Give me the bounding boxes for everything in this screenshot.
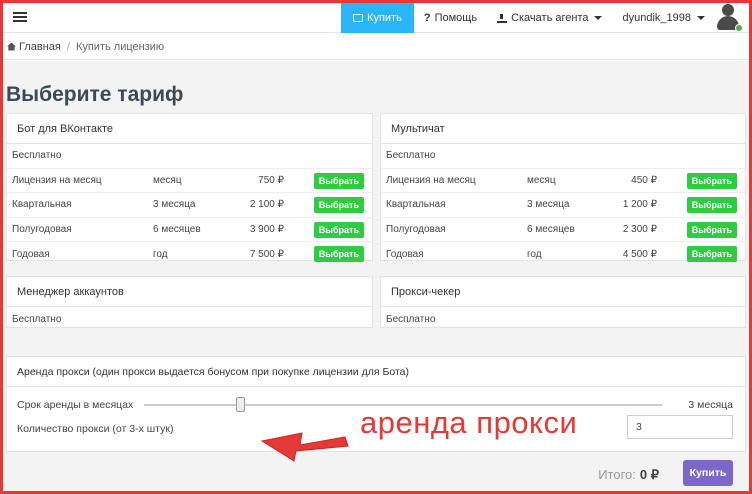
question-icon: ? [423, 12, 431, 24]
table-row: Квартальная 3 месяца 2 100 ₽ Выбрать [7, 193, 372, 218]
choose-button[interactable]: Выбрать [686, 221, 737, 238]
choose-button[interactable]: Выбрать [686, 172, 737, 189]
home-icon [7, 42, 16, 51]
table-row: Квартальная 3 месяца 1 200 ₽ Выбрать [381, 193, 745, 218]
choose-button[interactable]: Выбрать [313, 221, 364, 238]
proxy-quantity-label: Количество прокси (от 3-х штук) [17, 423, 174, 435]
table-row: Годовая год 7 500 ₽ Выбрать [7, 242, 372, 267]
choose-button[interactable]: Выбрать [313, 197, 364, 213]
plan-title: Мультичат [381, 114, 745, 144]
download-icon [497, 13, 508, 23]
table-row: Годовая год 4 500 ₽ Выбрать [381, 242, 745, 267]
table-row: Полугодовая 6 месяцев 3 900 ₽ Выбрать [7, 218, 372, 242]
proxy-rental-title: Аренда прокси (один прокси выдается бону… [7, 357, 745, 387]
breadcrumb-current: Купить лицензию [75, 40, 165, 53]
top-navbar: Купить ? Помощь Скачать агента dyundik_1… [3, 3, 749, 33]
nav-download-dropdown[interactable]: Скачать агента [487, 3, 612, 33]
breadcrumb: Главная / Купить лицензию [3, 34, 749, 60]
table-row: Полугодовая 6 месяцев 2 300 ₽ Выбрать [381, 218, 745, 242]
plan-title: Бот для ВКонтакте [7, 114, 372, 144]
online-status-icon [735, 24, 743, 32]
choose-button[interactable]: Выбрать [686, 197, 737, 213]
nav-buy-label: Купить [367, 12, 402, 24]
page-title: Выберите тариф [6, 83, 184, 106]
breadcrumb-separator: / [66, 40, 70, 53]
plan-panel-account-manager: Менеджер аккаунтов Бесплатно [6, 276, 373, 328]
plan-free-row: Бесплатно [381, 144, 745, 169]
plan-panel-vk-bot: Бот для ВКонтакте Бесплатно Лицензия на … [6, 113, 373, 262]
plan-free-row: Бесплатно [7, 144, 372, 169]
nav-user-dropdown[interactable]: dyundik_1998 [612, 3, 715, 33]
table-row: Лицензия на месяц месяц 450 ₽ Выбрать [381, 169, 745, 193]
plan-title: Менеджер аккаунтов [7, 277, 372, 307]
nav-download-label: Скачать агента [511, 12, 589, 24]
total-value: 0 ₽ [639, 467, 659, 482]
buy-button[interactable]: Купить [683, 460, 733, 486]
total-label: Итого: [598, 467, 636, 482]
caret-down-icon [697, 16, 705, 20]
plan-free-row: Бесплатно [386, 313, 436, 325]
rental-months-slider-handle[interactable] [236, 397, 245, 412]
proxy-quantity-input[interactable] [627, 415, 733, 439]
plan-free-row: Бесплатно [12, 313, 62, 325]
rental-months-value: 3 месяца [688, 399, 733, 411]
plan-title: Прокси-чекер [381, 277, 745, 307]
nav-help-label: Помощь [434, 12, 478, 24]
plan-panel-multichat: Мультичат Бесплатно Лицензия на месяц ме… [380, 113, 746, 262]
total: Итого: 0 ₽ [598, 467, 659, 483]
choose-button[interactable]: Выбрать [686, 246, 737, 262]
nav-help-link[interactable]: ? Помощь [414, 3, 487, 33]
cart-icon [353, 14, 364, 22]
choose-button[interactable]: Выбрать [313, 246, 364, 262]
nav-buy-button[interactable]: Купить [341, 3, 414, 33]
annotation-text: аренда прокси [360, 405, 578, 440]
choose-button[interactable]: Выбрать [313, 172, 364, 189]
nav-username: dyundik_1998 [622, 12, 691, 24]
avatar[interactable] [715, 4, 743, 32]
hamburger-menu-icon[interactable] [13, 10, 27, 24]
rental-months-label: Срок аренды в месяцах [17, 399, 134, 411]
caret-down-icon [594, 16, 603, 20]
table-row: Лицензия на месяц месяц 750 ₽ Выбрать [7, 169, 372, 193]
plan-panel-proxy-checker: Прокси-чекер Бесплатно [380, 276, 746, 328]
breadcrumb-home[interactable]: Главная [19, 41, 61, 53]
